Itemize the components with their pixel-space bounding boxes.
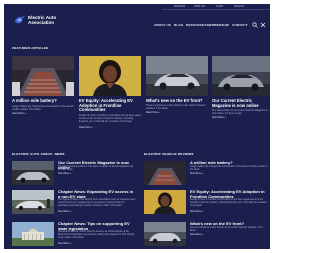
read-more-link[interactable]: Read More » [58,211,71,213]
nav-membership[interactable]: MEMBERSHIP [207,23,229,27]
list-item-desc: Ledger battery life changes the conversa… [190,166,268,171]
list-item-title[interactable]: EV Equity: Accelerating EV Adoption in F… [190,189,268,199]
list-item-desc: People of color in frontline communities… [190,199,267,207]
battery-photo[interactable] [12,56,74,96]
featured-desc: There's a whole lot on the horizon in th… [146,104,206,110]
chapter-event-photo[interactable] [12,190,54,214]
cart-link[interactable]: CART [216,5,223,8]
featured-title[interactable]: EV Equity: Accelerating EV Adoption in F… [79,98,141,113]
nav-blog[interactable]: BLOG [174,23,183,27]
featured-heading: FEATURED ARTICLES [12,46,49,50]
read-more-link[interactable]: Read More » [146,111,160,114]
list-item-desc: Our Dayton chapter of the Electric Auto … [58,199,136,207]
page: DONATE JOIN US CART SIGN IN Electric Aut… [4,4,270,249]
featured-title[interactable]: What's new on the EV front? [146,98,208,104]
logo-icon[interactable] [14,15,26,25]
list-item-desc: The latest quarterly edition is now open… [58,166,134,171]
nav-contact[interactable]: CONTACT [232,23,248,27]
news-heading: ELECTRIC AUTO ASSOC. NEWS [12,152,65,156]
electric-car-photo[interactable] [146,56,208,96]
read-more-link[interactable]: Read More » [58,173,71,175]
battery-photo[interactable] [144,161,186,185]
brand-name[interactable]: Electric Auto Association [28,15,72,26]
list-item-desc: There's a whole lot on the horizon in th… [190,227,263,232]
close-icon[interactable] [260,22,266,28]
join-us-link[interactable]: JOIN US [194,5,205,8]
featured-desc: The latest edition of our Current Electr… [212,109,268,115]
featured-title[interactable]: A million mile battery? [12,98,74,104]
read-more-link[interactable]: Read More » [190,173,203,175]
speaker-photo[interactable] [144,190,186,214]
list-item[interactable]: EV Equity: Accelerating EV Adoption in F… [144,189,268,218]
search-icon[interactable] [252,22,258,28]
read-more-link[interactable]: Read More » [190,234,203,236]
list-item[interactable]: Chapter News: Tips on supporting EV stat… [12,221,136,249]
list-item-title[interactable]: A million mile battery? [190,160,268,166]
speaker-photo[interactable] [79,56,141,96]
list-item[interactable]: What's new on the EV front? There's a wh… [144,221,268,249]
read-more-link[interactable]: Read More » [79,126,93,129]
reviews-heading: ELECTRIC VEHICLE REVIEWS [144,152,194,156]
list-item[interactable]: Chapter News: Expanding EV access in a n… [12,189,136,218]
nav-resources[interactable]: RESOURCES [186,23,207,27]
list-item-title[interactable]: What's new on the EV front? [190,221,268,227]
sign-in-link[interactable]: SIGN IN [234,5,244,8]
capitol-photo[interactable] [12,222,54,246]
featured-desc: Ledger battery life changes the conversa… [12,105,74,111]
featured-title[interactable]: Our Current Electric Magazine is now onl… [212,98,270,108]
donate-link[interactable]: DONATE [174,5,185,8]
list-item[interactable]: Our Current Electric Magazine is now onl… [12,160,136,189]
magazine-photo[interactable] [12,161,54,185]
read-more-link[interactable]: Read More » [212,116,226,119]
list-item[interactable]: A million mile battery? Ledger battery l… [144,160,268,189]
electric-car-photo[interactable] [212,56,270,96]
read-more-link[interactable]: Read More » [58,243,71,245]
list-item-title[interactable]: Chapter News: Expanding EV access in a n… [58,189,136,199]
electric-car-photo[interactable] [144,222,186,246]
read-more-link[interactable]: Read More » [12,112,26,115]
nav-about-us[interactable]: ABOUT US [154,23,171,27]
read-more-link[interactable]: Read More » [190,211,203,213]
list-item-desc: Sacramento Electric Vehicle Owners becam… [58,231,135,239]
list-item-title[interactable]: Chapter News: Tips on supporting EV stat… [58,221,136,231]
featured-desc: People of color in frontline communities… [79,114,141,123]
utility-bar: DONATE JOIN US CART SIGN IN [4,4,270,10]
site-header: Electric Auto Association ABOUT US BLOG … [4,12,270,32]
